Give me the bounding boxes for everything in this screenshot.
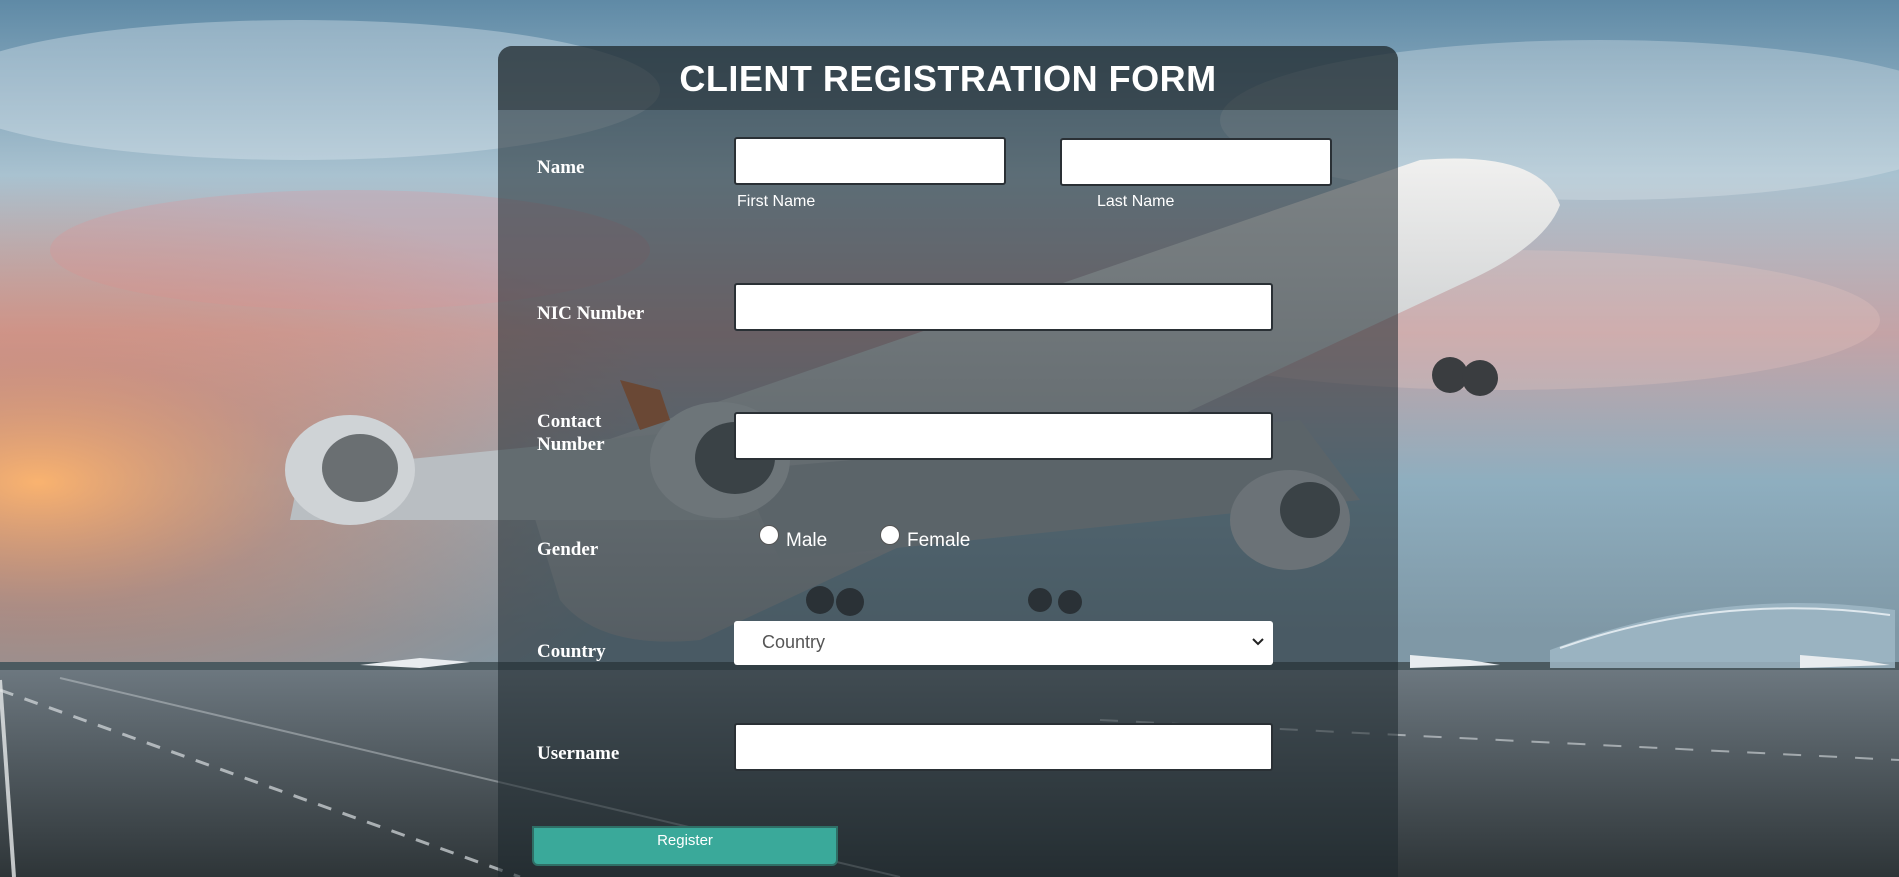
gender-female-label: Female: [907, 530, 971, 551]
country-select-value: Country: [762, 632, 826, 652]
last-name-input[interactable]: [1060, 138, 1332, 186]
gender-male-label: Male: [786, 530, 828, 551]
name-label: Name: [537, 157, 585, 178]
page-background: CLIENT REGISTRATION FORM Name First Name…: [0, 0, 1899, 877]
gender-female-radio[interactable]: [880, 525, 900, 545]
gender-label: Gender: [537, 539, 599, 560]
register-button[interactable]: Register: [532, 826, 838, 866]
country-select[interactable]: Country: [734, 621, 1273, 665]
contact-number-label: Contact Number: [537, 411, 605, 455]
username-label: Username: [537, 743, 620, 764]
chevron-down-icon: [1252, 638, 1264, 646]
last-name-sub-label: Last Name: [1097, 193, 1175, 210]
nic-number-label: NIC Number: [537, 303, 645, 324]
country-label: Country: [537, 641, 606, 662]
first-name-sub-label: First Name: [737, 193, 816, 210]
registration-panel: CLIENT REGISTRATION FORM Name First Name…: [498, 46, 1398, 877]
nic-number-input[interactable]: [734, 283, 1273, 331]
gender-male-radio[interactable]: [759, 525, 779, 545]
contact-number-input[interactable]: [734, 412, 1273, 460]
first-name-input[interactable]: [734, 137, 1006, 185]
username-input[interactable]: [734, 723, 1273, 771]
form-title: CLIENT REGISTRATION FORM: [679, 58, 1217, 99]
